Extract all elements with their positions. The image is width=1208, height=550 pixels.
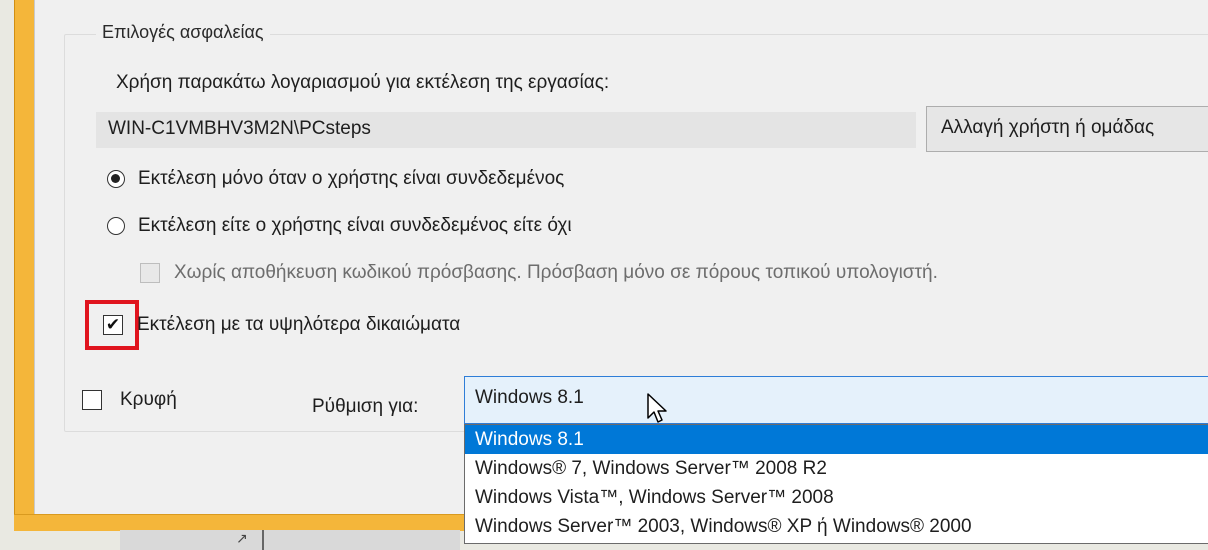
configure-for-dropdown[interactable]: Windows 8.1 [464, 376, 1208, 424]
do-not-store-password-checkbox[interactable] [140, 263, 160, 283]
group-title: Επιλογές ασφαλείας [96, 22, 270, 43]
option-windows-vista[interactable]: Windows Vista™, Windows Server™ 2008 [465, 483, 1208, 512]
highlight-box [85, 300, 139, 350]
radio-run-whether-logged-on-label[interactable]: Εκτέλεση είτε ο χρήστης είναι συνδεδεμέν… [138, 215, 572, 237]
background-window-strip [120, 530, 460, 550]
configure-for-options-list: Windows 8.1 Windows® 7, Windows Server™ … [464, 424, 1208, 544]
radio-selected-dot [111, 174, 120, 183]
radio-run-when-logged-on[interactable] [107, 170, 125, 188]
option-windows-server-2003[interactable]: Windows Server™ 2003, Windows® XP ή Wind… [465, 512, 1208, 541]
option-windows-8-1[interactable]: Windows 8.1 [465, 425, 1208, 454]
arrow-icon: ↗ [236, 530, 248, 546]
mouse-cursor-icon [647, 393, 667, 423]
account-field: WIN-C1VMBHV3M2N\PCsteps [96, 112, 916, 148]
configure-for-label: Ρύθμιση για: [312, 396, 419, 417]
hidden-checkbox[interactable] [82, 390, 102, 410]
change-user-button[interactable]: Αλλαγή χρήστη ή ομάδας [926, 106, 1208, 152]
do-not-store-password-label: Χωρίς αποθήκευση κωδικού πρόσβασης. Πρόσ… [174, 262, 938, 283]
radio-run-whether-logged-on[interactable] [107, 217, 125, 235]
divider [262, 530, 264, 550]
window-frame-left [14, 0, 35, 528]
hidden-label[interactable]: Κρυφή [120, 389, 177, 411]
account-prompt-label: Χρήση παρακάτω λογαριασμού για εκτέλεση … [116, 72, 610, 93]
radio-run-when-logged-on-label[interactable]: Εκτέλεση μόνο όταν ο χρήστης είναι συνδε… [138, 168, 564, 190]
highest-privileges-label[interactable]: Εκτέλεση με τα υψηλότερα δικαιώματα [137, 314, 460, 336]
option-windows-7[interactable]: Windows® 7, Windows Server™ 2008 R2 [465, 454, 1208, 483]
